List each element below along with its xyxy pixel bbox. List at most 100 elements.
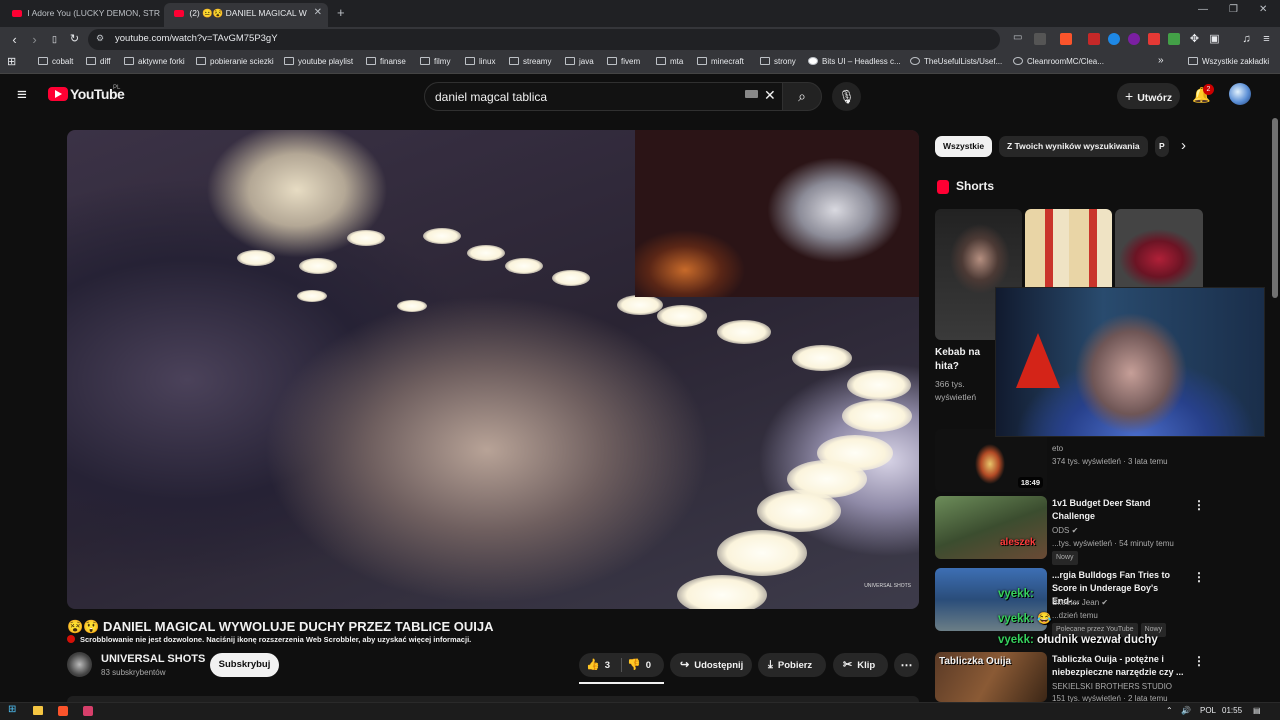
chip-from-search[interactable]: Z Twoich wyników wyszukiwania [999,136,1148,157]
channel-name[interactable]: ODS ✔ [1052,525,1078,537]
clock[interactable]: 01:55 [1222,706,1242,715]
page-scrollbar[interactable] [1272,118,1278,298]
hamburger-menu-icon[interactable]: ≡ [17,86,27,103]
bookmark-item[interactable]: youtube playlist [284,57,353,66]
video-title[interactable]: Tabliczka Ouija - potężne i niebezpieczn… [1052,653,1187,679]
thumbs-down-icon: 👎 [627,659,641,671]
short-title[interactable]: Kebab na hita? [935,346,995,374]
speaker-icon[interactable]: 🔊 [1181,706,1191,715]
address-bar[interactable]: ⚙ youtube.com/watch?v=TAvGM75P3gY ▭ [88,29,1022,50]
chevron-right-icon[interactable]: › [1181,137,1186,154]
search-button[interactable]: ⌕ [782,82,822,111]
brave-shield-icon[interactable] [1060,33,1072,45]
brave-browser-icon[interactable] [58,706,68,716]
bookmark-item[interactable]: aktywne forki [124,57,185,66]
bookmark-folder[interactable]: finanse [366,57,406,66]
recommended-video[interactable]: 1v1 Budget Deer Stand Challenge ODS ✔ ..… [935,496,1225,565]
bookmark-folder[interactable]: java [565,57,594,66]
close-window-icon[interactable]: ✕ [1259,4,1267,15]
chip-related[interactable]: P [1155,136,1169,157]
bookmark-folder[interactable]: streamy [509,57,551,66]
bookmark-item[interactable]: Bits UI – Headless c... [808,57,901,66]
download-button[interactable]: ⤓ Pobierz [758,653,826,677]
clip-button[interactable]: ✂ Klip [833,653,888,677]
more-options-icon[interactable]: ⋮ [1193,498,1205,512]
bookmark-folder[interactable]: filmy [420,57,450,66]
video-player[interactable]: UNIVERSAL SHOTS [67,130,919,609]
bookmark-folder[interactable]: fivem [607,57,640,66]
reload-icon[interactable]: ↻ [66,31,83,48]
channel-name[interactable]: UNIVERSAL SHOTS [101,653,205,665]
subscribe-button[interactable]: Subskrybuj [210,653,279,677]
bookmark-item[interactable]: TheUsefulLists/Usef... [910,57,1002,66]
bookmark-folder[interactable]: minecraft [697,57,744,66]
share-button[interactable]: ↪ Udostępnij [670,653,752,677]
bookmark-icon[interactable]: ▯ [46,31,63,48]
channel-name[interactable]: Skeeter Jean ✔ [1052,597,1108,609]
keyboard-icon[interactable] [745,90,758,98]
clear-search-icon[interactable]: ✕ [764,87,776,104]
channel-avatar[interactable] [67,652,92,677]
search-input[interactable]: daniel magcal tablica ✕ [424,82,784,111]
voice-search-icon[interactable]: 🎙 [832,82,861,111]
bookmark-folder[interactable]: linux [465,57,495,66]
more-actions-button[interactable]: ⋯ [894,653,919,677]
menu-icon[interactable]: ≡ [1258,31,1275,48]
channel-name[interactable]: eto [1052,443,1063,455]
chat-username: aleszek [1000,537,1036,548]
file-explorer-icon[interactable] [33,706,43,715]
back-icon[interactable]: ‹ [6,31,23,48]
minimize-icon[interactable]: — [1198,4,1208,15]
create-button[interactable]: + Utwórz [1117,83,1180,109]
more-options-icon[interactable]: ⋮ [1193,570,1205,584]
apps-grid-icon[interactable]: ⊞ [7,55,16,68]
keyboard-language[interactable]: POL [1200,706,1216,715]
extension-icon[interactable] [1088,33,1100,45]
channel-name[interactable]: SEKIELSKI BROTHERS STUDIO [1052,681,1172,693]
scrobbler-extension-icon[interactable] [1148,33,1160,45]
like-button[interactable]: 👍 3 [579,653,621,677]
avatar[interactable] [1229,83,1251,105]
bookmark-folder[interactable]: mta [656,57,683,66]
bookmark-item[interactable]: CleanroomMC/Clea... [1013,57,1104,66]
bookmark-item[interactable]: cobalt [38,57,73,66]
chevron-up-icon[interactable]: ⌃ [1166,706,1173,715]
more-options-icon[interactable]: ⋮ [1193,654,1205,668]
sidebar-icon[interactable]: ▣ [1206,31,1223,48]
bookmark-item[interactable]: diff [86,57,111,66]
share-icon[interactable] [1034,33,1046,45]
bookmark-item[interactable]: pobieranie sciezki [196,57,274,66]
more-bookmarks-button[interactable]: » [1158,55,1164,66]
extension-icon[interactable] [1108,33,1120,45]
short-views: 366 tys. wyświetleń [935,379,977,402]
chat-message: vyekk: ołudnik wezwał duchy [998,634,1158,646]
new-tab-button[interactable]: + [337,5,345,20]
youtube-logo-icon[interactable] [48,87,68,101]
extension-icon[interactable] [1128,33,1140,45]
video-thumbnail[interactable]: 18:49 [935,429,1047,492]
puzzle-extensions-icon[interactable]: ✥ [1186,31,1203,48]
notification-center-icon[interactable]: ▤ [1253,706,1261,715]
recommended-video[interactable]: Tabliczka Ouija Tabliczka Ouija - potężn… [935,652,1225,703]
forward-icon[interactable]: › [26,31,43,48]
site-info-icon[interactable]: ⚙ [96,33,104,44]
browser-tab-active[interactable]: (2) 😐😵 DANIEL MAGICAL W ✕ [164,3,328,27]
bookmark-folder[interactable]: strony [760,57,796,66]
extension-icon[interactable] [1168,33,1180,45]
cast-icon[interactable]: ▭ [1013,32,1022,43]
recommended-video[interactable]: 18:49 eto 374 tys. wyświetleń · 3 lata t… [935,429,1225,492]
video-thumbnail[interactable]: Tabliczka Ouija [935,652,1047,702]
restore-icon[interactable]: ❐ [1229,4,1238,15]
media-icon[interactable]: ♫ [1238,31,1255,48]
video-title[interactable]: 1v1 Budget Deer Stand Challenge [1052,497,1187,523]
browser-tab[interactable]: I Adore You (LUCKY DEMON, STR [2,3,162,27]
close-tab-icon[interactable]: ✕ [314,3,322,23]
video-thumbnail[interactable] [935,496,1047,559]
recommended-video[interactable]: ...rgia Bulldogs Fan Tries to Score in U… [935,568,1225,637]
dislike-button[interactable]: 👎 0 [622,653,664,677]
app-icon[interactable] [83,706,93,716]
chip-all[interactable]: Wszystkie [935,136,993,157]
all-bookmarks-folder[interactable]: Wszystkie zakładki [1188,57,1269,66]
github-icon [910,57,920,65]
start-menu-icon[interactable]: ⊞ [8,704,16,715]
